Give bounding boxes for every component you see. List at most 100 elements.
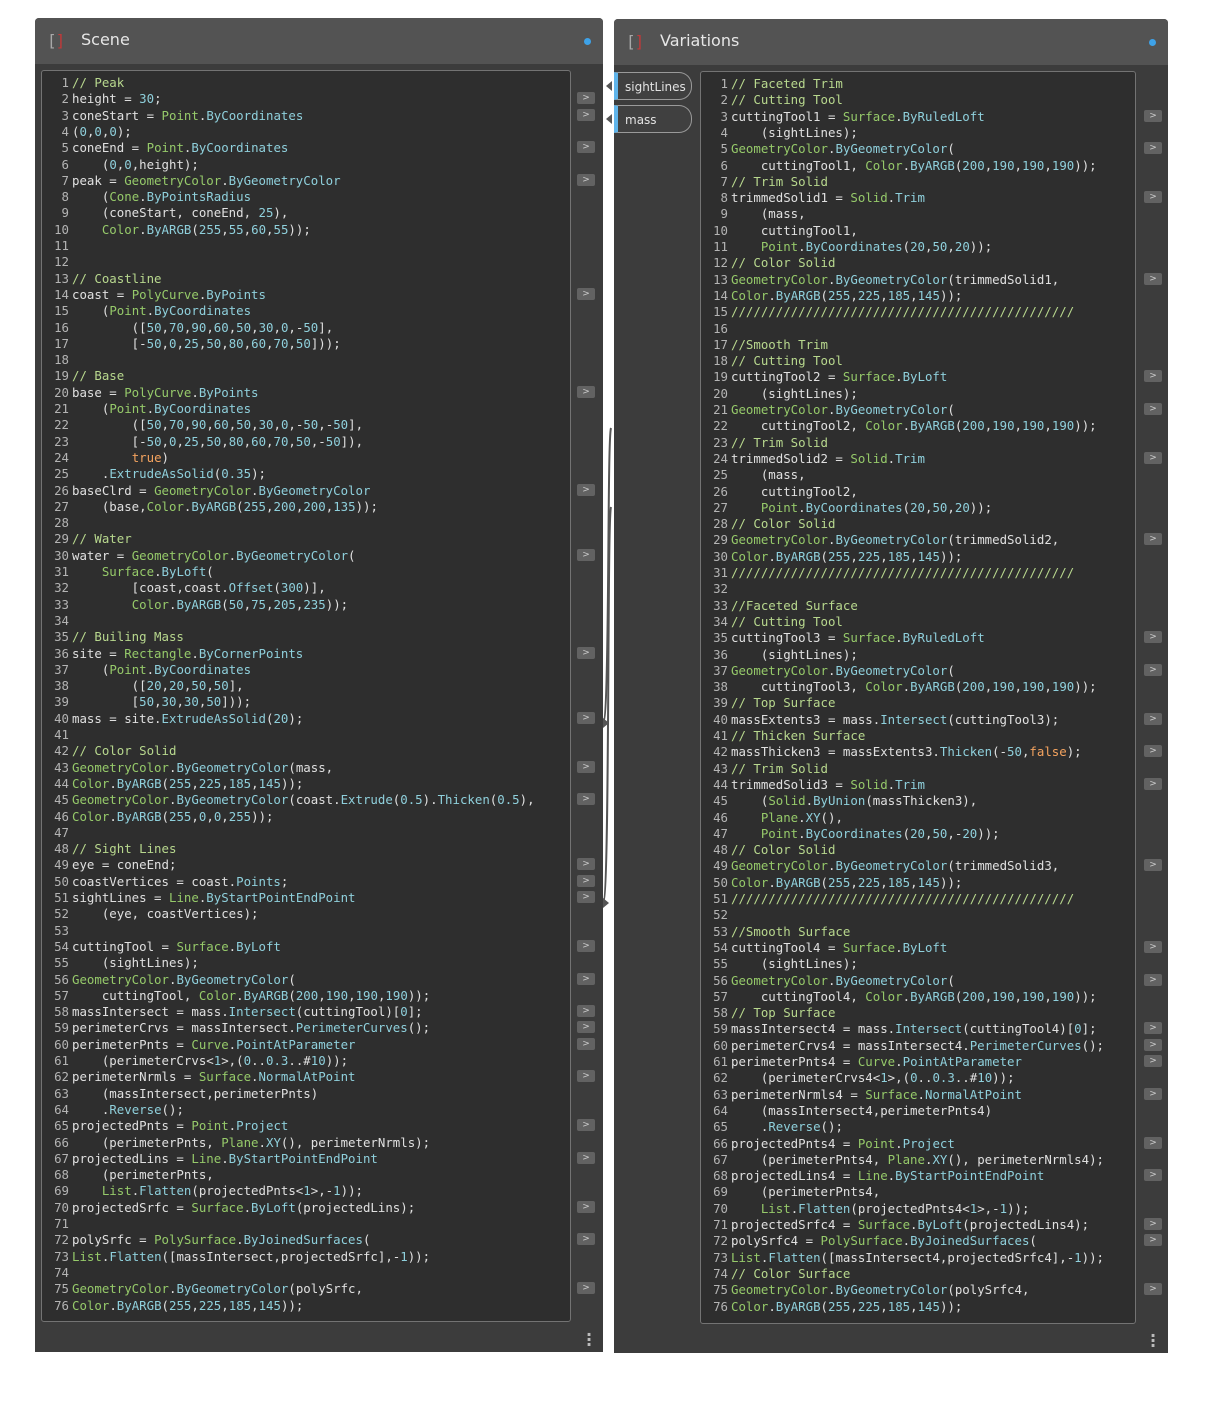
code-token: GeometryColor — [731, 402, 828, 417]
output-port[interactable]: > — [1144, 1234, 1162, 1247]
output-port[interactable]: > — [1144, 142, 1162, 155]
output-port[interactable]: > — [577, 1151, 595, 1164]
output-port[interactable]: > — [1144, 1169, 1162, 1182]
output-port[interactable]: > — [1144, 272, 1162, 285]
output-port[interactable]: > — [1144, 1218, 1162, 1230]
scene-node[interactable]: [] Scene 1// Peak 2 height = 30; 3 coneStart… — [35, 18, 603, 1353]
wire-sightlines[interactable] — [602, 506, 612, 903]
output-port[interactable]: > — [1144, 370, 1162, 383]
output-port[interactable]: > — [577, 874, 595, 887]
output-port[interactable]: > — [577, 646, 595, 659]
code-token: XY — [932, 1151, 948, 1167]
output-port[interactable]: > — [577, 1005, 595, 1018]
line-number: 65 — [54, 1118, 69, 1134]
output-port[interactable]: > — [1144, 403, 1162, 415]
output-port[interactable]: > — [1144, 1283, 1162, 1296]
code-token: GeometryColor — [731, 271, 828, 287]
output-port[interactable]: > — [1144, 1055, 1162, 1067]
output-port[interactable]: > — [577, 972, 595, 985]
code-token: 185 — [228, 1297, 252, 1313]
output-port[interactable]: > — [577, 483, 595, 496]
code-token: (sightLines); — [731, 956, 858, 972]
code-token: (sightLines); — [731, 124, 858, 140]
code-token: 30 — [258, 319, 274, 335]
output-port[interactable]: > — [1144, 533, 1162, 546]
input-connector-mass[interactable] — [606, 114, 612, 124]
output-port[interactable]: > — [1144, 663, 1162, 676]
output-port[interactable]: > — [1144, 940, 1162, 953]
output-port[interactable]: > — [577, 793, 595, 806]
code-text: cuttingTool1 = Surface.ByRuledLoft — [731, 109, 985, 125]
line-number: 54 — [54, 938, 69, 954]
output-port[interactable]: > — [1144, 712, 1162, 725]
code-token: cuttingTool4, — [731, 988, 866, 1004]
code-token: sightLines = — [72, 890, 169, 905]
code-token: , — [880, 874, 888, 890]
output-port[interactable]: > — [577, 858, 595, 871]
output-port[interactable]: > — [577, 108, 595, 121]
input-port-mass[interactable]: mass — [614, 105, 692, 133]
output-port[interactable]: > — [577, 1200, 595, 1213]
output-port[interactable]: > — [1144, 1136, 1162, 1149]
output-port[interactable]: > — [1144, 1022, 1162, 1035]
code-token: )); — [1007, 1200, 1030, 1216]
output-port[interactable]: > — [577, 1119, 595, 1132]
output-port[interactable]: > — [1144, 745, 1162, 758]
code-token: Plane — [760, 809, 799, 825]
line-number: 27 — [713, 499, 728, 515]
output-port[interactable]: > — [1144, 631, 1162, 644]
output-port[interactable]: > — [577, 548, 595, 561]
line-number: 39 — [54, 694, 69, 710]
output-connector-mass[interactable] — [603, 718, 609, 728]
preview-status-dot[interactable] — [584, 38, 591, 45]
code-token: ByARGB — [176, 596, 222, 612]
output-port[interactable]: > — [577, 711, 595, 724]
line-number: 20 — [54, 384, 69, 400]
code-token: 255 — [198, 221, 222, 237]
output-port[interactable]: > — [1144, 109, 1162, 122]
input-connector-sightlines[interactable] — [606, 81, 612, 91]
code-token: ( — [820, 548, 829, 564]
code-token: ByGeometryColor — [835, 141, 948, 157]
output-port[interactable]: > — [577, 173, 595, 186]
code-token: Color — [865, 418, 903, 434]
output-port[interactable]: > — [577, 760, 595, 773]
code-token: [- — [72, 335, 147, 351]
node-menu-icon[interactable]: · · · — [586, 1327, 592, 1353]
output-port[interactable]: > — [1144, 1038, 1162, 1051]
output-port[interactable]: > — [1144, 859, 1162, 872]
code-text: eye = coneEnd; — [72, 857, 176, 873]
input-port-sightlines[interactable]: sightLines — [614, 72, 692, 100]
preview-status-dot[interactable] — [1149, 39, 1156, 46]
output-port[interactable]: > — [577, 1070, 595, 1083]
variations-code-editor[interactable]: 1// Faceted Trim 2// Cutting Tool 3 cutting… — [700, 71, 1136, 1324]
output-port[interactable]: > — [577, 1282, 595, 1295]
output-port[interactable]: > — [1144, 777, 1162, 790]
output-port[interactable]: > — [577, 939, 595, 952]
output-port[interactable]: > — [1144, 191, 1162, 204]
line-number: 10 — [54, 221, 69, 237]
code-token: cuttingTool3, — [731, 679, 866, 695]
output-port[interactable]: > — [577, 92, 595, 105]
code-token: cuttingTool1, — [731, 222, 858, 238]
output-port[interactable]: > — [577, 1037, 595, 1050]
scene-node-header[interactable]: [] Scene — [35, 18, 603, 64]
output-port[interactable]: > — [577, 385, 595, 398]
output-port[interactable]: > — [577, 287, 595, 300]
output-port[interactable]: > — [1144, 973, 1162, 986]
output-port[interactable]: > — [577, 141, 595, 154]
variations-node[interactable]: [] Variations 1// Faceted Trim 2// Cuttin… — [614, 19, 1168, 1354]
code-token: (projectedLins4); — [962, 1217, 1090, 1232]
output-port[interactable]: > — [577, 891, 595, 903]
code-token: Color — [72, 808, 110, 824]
code-token: 200 — [962, 157, 985, 173]
node-menu-icon[interactable]: · · · — [1150, 1328, 1156, 1354]
code-token: GeometryColor — [731, 1282, 828, 1298]
output-connector-sightlines[interactable] — [603, 898, 609, 908]
output-port[interactable]: > — [1144, 1087, 1162, 1100]
scene-code-editor[interactable]: 1// Peak 2 height = 30; 3 coneStart = Point.… — [41, 70, 571, 1322]
output-port[interactable]: > — [577, 1233, 595, 1246]
output-port[interactable]: > — [577, 1021, 595, 1034]
variations-node-header[interactable]: [] Variations — [614, 19, 1168, 65]
output-port[interactable]: > — [1144, 451, 1162, 464]
